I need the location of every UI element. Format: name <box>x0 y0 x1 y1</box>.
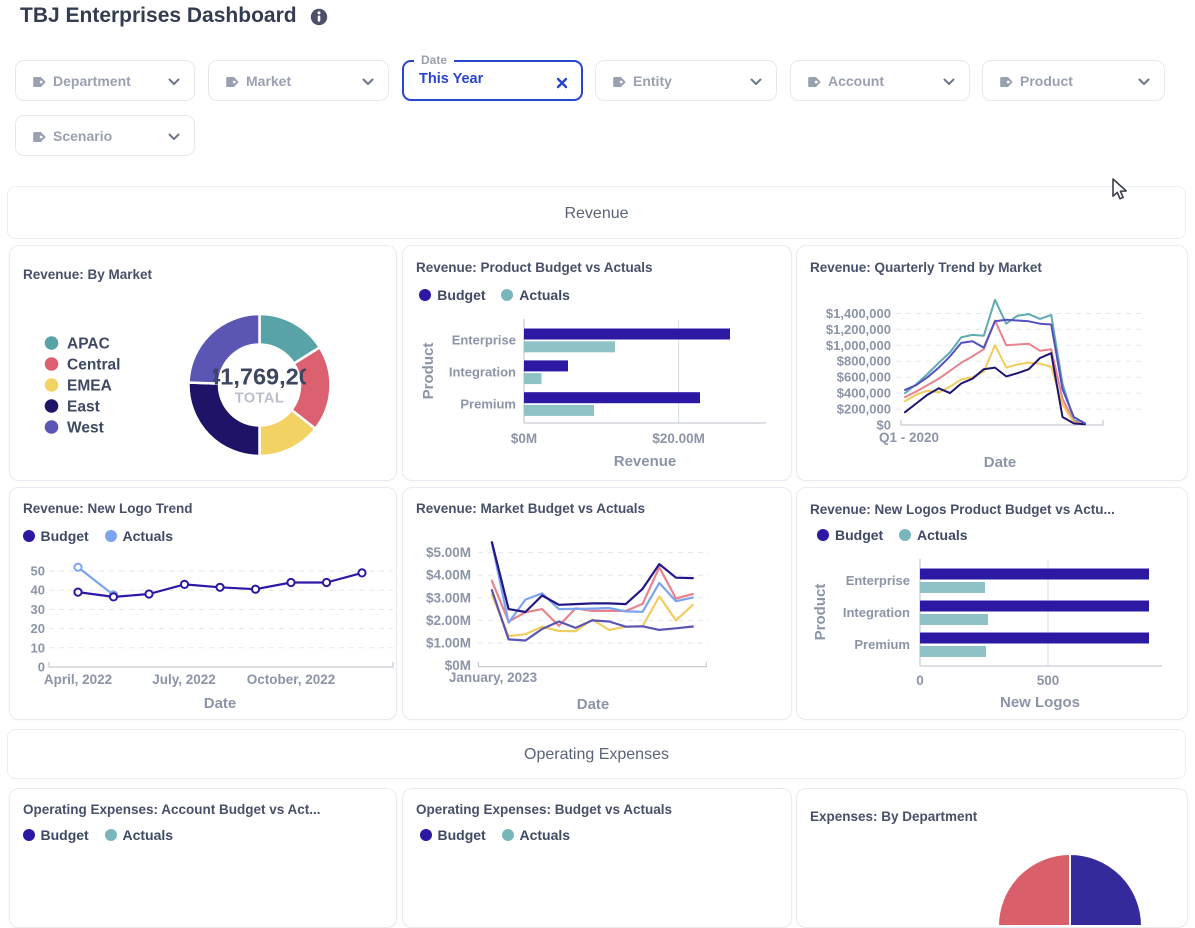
svg-text:APAC: APAC <box>67 336 110 353</box>
svg-text:October, 2022: October, 2022 <box>247 672 336 687</box>
svg-text:$1,000,000: $1,000,000 <box>826 338 891 353</box>
svg-text:East: East <box>67 399 100 416</box>
svg-text:30: 30 <box>31 602 45 617</box>
svg-text:Integration: Integration <box>449 365 516 380</box>
svg-text:Date: Date <box>577 696 610 713</box>
svg-text:Q1 - 2020: Q1 - 2020 <box>879 430 939 445</box>
svg-text:$0M: $0M <box>511 431 537 446</box>
svg-text:500: 500 <box>1037 673 1060 688</box>
svg-text:$1,400,000: $1,400,000 <box>826 306 891 321</box>
svg-text:EMEA: EMEA <box>67 378 112 395</box>
svg-text:Enterprise: Enterprise <box>846 573 910 588</box>
svg-text:$20.00M: $20.00M <box>652 431 705 446</box>
svg-text:$2.00M: $2.00M <box>426 613 471 628</box>
svg-text:50: 50 <box>31 564 45 579</box>
svg-text:0: 0 <box>916 673 924 688</box>
svg-text:Revenue: Revenue <box>614 453 677 470</box>
svg-text:$400,000: $400,000 <box>837 386 891 401</box>
svg-text:Integration: Integration <box>843 605 910 620</box>
svg-text:New Logos: New Logos <box>1000 694 1080 711</box>
svg-text:Product: Product <box>812 584 829 641</box>
svg-text:April, 2022: April, 2022 <box>44 672 112 687</box>
svg-text:$1,200,000: $1,200,000 <box>826 322 891 337</box>
svg-text:Date: Date <box>984 454 1017 471</box>
svg-text:Premium: Premium <box>460 397 516 412</box>
svg-text:Enterprise: Enterprise <box>452 333 516 348</box>
svg-text:Central: Central <box>67 357 120 374</box>
svg-text:Date: Date <box>204 695 237 712</box>
svg-text:January, 2023: January, 2023 <box>449 670 538 685</box>
svg-text:TOTAL: TOTAL <box>235 391 284 407</box>
svg-text:$600,000: $600,000 <box>837 370 891 385</box>
svg-text:Product: Product <box>420 343 437 400</box>
svg-text:West: West <box>67 420 104 437</box>
svg-text:$41,769,209: $41,769,209 <box>194 364 325 390</box>
svg-text:$4.00M: $4.00M <box>426 568 471 583</box>
svg-text:Premium: Premium <box>854 637 910 652</box>
svg-text:$1.00M: $1.00M <box>426 636 471 651</box>
svg-text:$800,000: $800,000 <box>837 354 891 369</box>
svg-text:$200,000: $200,000 <box>837 402 891 417</box>
svg-text:40: 40 <box>31 583 45 598</box>
svg-text:July, 2022: July, 2022 <box>152 672 216 687</box>
svg-text:20: 20 <box>31 621 45 636</box>
svg-text:10: 10 <box>31 640 45 655</box>
svg-text:$5.00M: $5.00M <box>426 545 471 560</box>
svg-text:$3.00M: $3.00M <box>426 590 471 605</box>
